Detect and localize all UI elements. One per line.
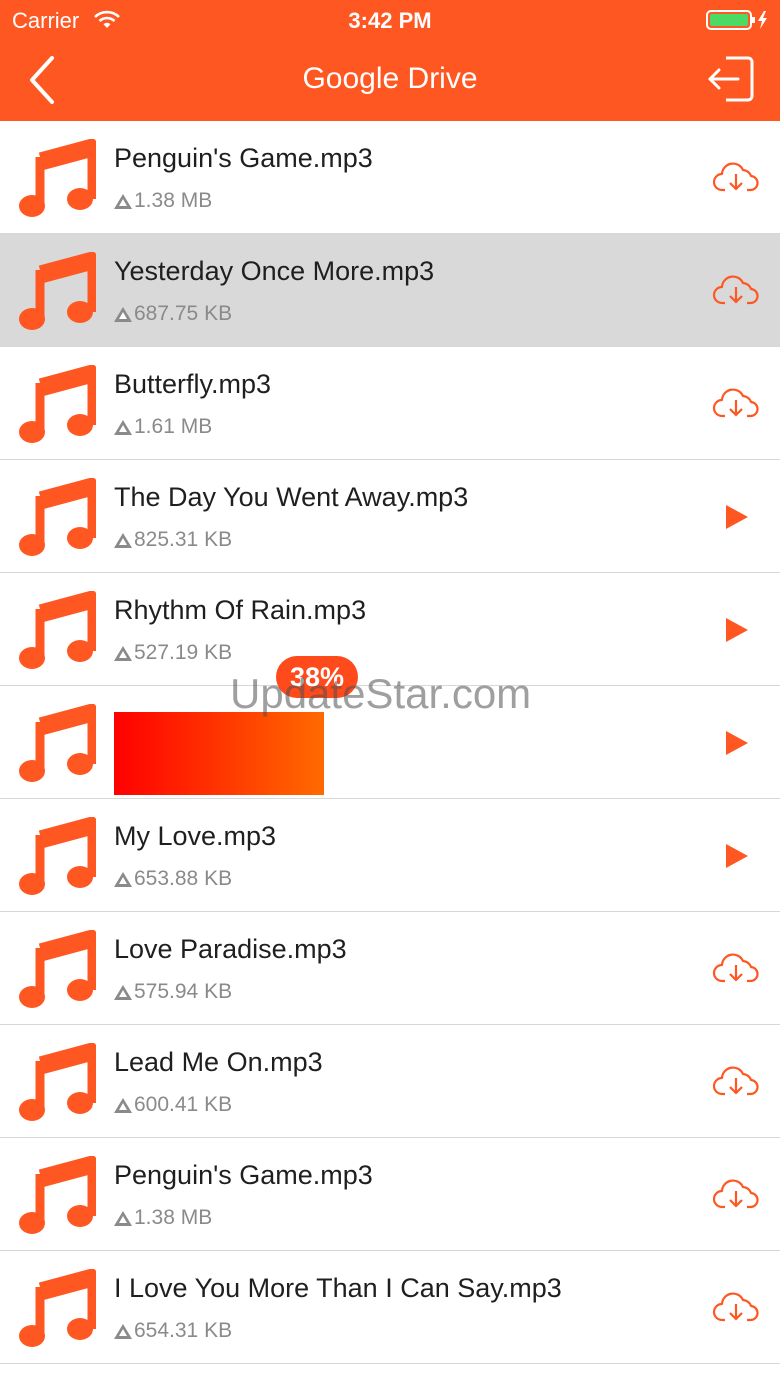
download-button[interactable] <box>706 1281 766 1335</box>
drive-icon <box>114 417 132 441</box>
cloud-download-icon <box>712 1292 759 1322</box>
file-row[interactable]: The Day You Went Away.mp3 825.31 KB <box>0 460 780 573</box>
file-size-value: 1.61 MB <box>134 415 213 438</box>
file-row[interactable]: Penguin's Game.mp3 1.38 MB <box>0 121 780 234</box>
drive-icon <box>114 530 132 554</box>
music-note-icon <box>18 590 97 671</box>
file-size-value: 575.94 KB <box>134 980 233 1003</box>
sign-out-icon <box>708 56 754 102</box>
drive-icon <box>114 643 132 667</box>
file-name: Love Paradise.mp3 <box>114 934 347 964</box>
music-note-icon <box>18 138 97 219</box>
file-size: 653.88 KB <box>114 867 232 893</box>
drive-icon <box>114 191 132 215</box>
file-row[interactable]: I Love You More Than I Can Say.mp3 654.31… <box>0 1251 780 1364</box>
music-note-icon <box>18 1042 97 1123</box>
cloud-download-icon <box>712 953 759 983</box>
file-name: I Love You More Than I Can Say.mp3 <box>114 1273 562 1303</box>
drive-icon <box>114 982 132 1006</box>
music-note-icon <box>18 1155 97 1236</box>
download-button[interactable] <box>706 264 766 318</box>
file-size: 1.38 MB <box>114 1206 212 1232</box>
cloud-download-icon <box>712 1066 759 1096</box>
play-button[interactable] <box>706 829 766 883</box>
file-size: 575.94 KB <box>114 980 232 1006</box>
file-size-value: 527.19 KB <box>134 641 233 664</box>
file-row[interactable]: Rhythm Of Rain.mp3 527.19 KB <box>0 573 780 686</box>
file-size-value: 687.75 KB <box>134 302 233 325</box>
play-icon <box>726 505 748 529</box>
file-size: 1.38 MB <box>114 189 212 215</box>
download-button[interactable] <box>706 942 766 996</box>
file-size: 687.75 KB <box>114 302 232 328</box>
drive-icon <box>114 1321 132 1345</box>
music-note-icon <box>18 364 97 445</box>
music-note-icon <box>18 816 97 897</box>
file-row[interactable]: 38% <box>0 656 780 799</box>
play-icon <box>726 844 748 868</box>
file-name: Butterfly.mp3 <box>114 369 272 399</box>
file-list: Penguin's Game.mp3 1.38 MB Yesterday Once… <box>0 121 780 1387</box>
play-button[interactable] <box>706 716 766 770</box>
cloud-download-icon <box>712 1179 759 1209</box>
play-button[interactable] <box>706 490 766 544</box>
file-row[interactable]: Yesterday Once More.mp3 687.75 KB <box>0 234 780 347</box>
cloud-download-icon <box>712 162 759 192</box>
music-note-icon <box>18 929 97 1010</box>
file-size: 1.61 MB <box>114 415 212 441</box>
file-size: 654.31 KB <box>114 1319 232 1345</box>
drive-icon <box>114 869 132 893</box>
drive-icon <box>114 1208 132 1232</box>
file-size-value: 654.31 KB <box>134 1319 233 1342</box>
sign-out-button[interactable] <box>704 54 756 104</box>
play-icon <box>726 618 748 642</box>
download-progress-label: 38% <box>276 656 359 698</box>
play-icon <box>726 731 748 755</box>
file-size-value: 825.31 KB <box>134 528 233 551</box>
download-button[interactable] <box>706 377 766 431</box>
file-name: Penguin's Game.mp3 <box>114 1160 373 1190</box>
battery-icon <box>706 10 770 35</box>
download-button[interactable] <box>706 1055 766 1109</box>
file-row[interactable]: Penguin's Game.mp3 1.38 MB <box>0 1138 780 1251</box>
file-size-value: 653.88 KB <box>134 867 233 890</box>
file-name: Lead Me On.mp3 <box>114 1047 323 1077</box>
status-time: 3:42 PM <box>348 8 432 33</box>
drive-icon <box>114 1095 132 1119</box>
navigation-bar: Google Drive <box>0 40 780 121</box>
file-row[interactable]: Lead Me On.mp3 600.41 KB <box>0 1025 780 1138</box>
drive-icon <box>114 304 132 328</box>
file-size: 600.41 KB <box>114 1093 232 1119</box>
cloud-download-icon <box>712 275 759 305</box>
file-row[interactable]: Butterfly.mp3 1.61 MB <box>0 347 780 460</box>
file-name: Penguin's Game.mp3 <box>114 143 373 173</box>
music-note-icon <box>18 251 97 332</box>
file-size: 527.19 KB <box>114 641 232 667</box>
music-note-icon <box>18 703 97 784</box>
download-button[interactable] <box>706 151 766 205</box>
file-size: 825.31 KB <box>114 528 232 554</box>
file-size-value: 1.38 MB <box>134 189 213 212</box>
music-note-icon <box>18 1268 97 1349</box>
download-progress-bar <box>114 712 324 795</box>
file-name: The Day You Went Away.mp3 <box>114 482 469 512</box>
page-title: Google Drive <box>302 62 478 95</box>
file-size-value: 1.38 MB <box>134 1206 213 1229</box>
status-bar: Carrier 3:42 PM <box>0 0 780 40</box>
file-name: Rhythm Of Rain.mp3 <box>114 595 367 625</box>
file-name: Yesterday Once More.mp3 <box>114 256 435 286</box>
file-size-value: 600.41 KB <box>134 1093 233 1116</box>
download-button[interactable] <box>706 1168 766 1222</box>
music-note-icon <box>18 477 97 558</box>
file-row[interactable]: Love Paradise.mp3 575.94 KB <box>0 912 780 1025</box>
play-button[interactable] <box>706 603 766 657</box>
header: Carrier 3:42 PM Google Drive <box>0 0 780 121</box>
cloud-download-icon <box>712 388 759 418</box>
file-name: My Love.mp3 <box>114 821 277 851</box>
file-row[interactable]: My Love.mp3 653.88 KB <box>0 799 780 912</box>
